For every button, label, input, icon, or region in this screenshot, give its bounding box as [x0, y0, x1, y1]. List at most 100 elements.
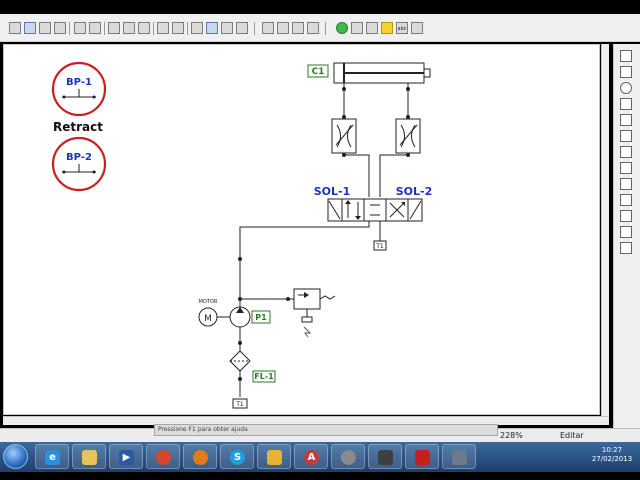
automation-studio-icon: A — [304, 450, 319, 465]
chrome-icon — [156, 450, 171, 465]
toolbar-separator — [69, 22, 70, 35]
undo-icon[interactable] — [157, 22, 169, 34]
svg-text:M: M — [204, 314, 212, 324]
vertical-scrollbar[interactable] — [601, 44, 609, 417]
palette-list-icon[interactable] — [620, 178, 632, 190]
p1-label: P1 — [255, 313, 267, 322]
t1-top-label: T1 — [375, 243, 384, 250]
palette-polygon-icon[interactable] — [620, 130, 632, 142]
palette-line-icon[interactable] — [620, 50, 632, 62]
bp2-label: BP-2 — [66, 152, 92, 163]
component-icon[interactable] — [221, 22, 233, 34]
taskbar-file-manager[interactable] — [72, 444, 106, 469]
pause-icon[interactable] — [366, 22, 378, 34]
firefox-icon — [193, 450, 208, 465]
drawing-palette — [613, 44, 640, 430]
system-clock[interactable]: 10:27 27/02/2013 — [586, 446, 638, 464]
taskbar-automation-studio[interactable]: A — [294, 444, 328, 469]
t1-bottom-label: T1 — [235, 401, 244, 408]
taskbar: e ▶ S A — [0, 442, 640, 472]
palette-fill-icon[interactable] — [620, 226, 632, 238]
toolbar-separator — [325, 22, 326, 35]
flow-control-valve-right[interactable] — [395, 118, 421, 154]
copy-icon[interactable] — [123, 22, 135, 34]
main-toolbar: abc — [0, 14, 640, 42]
clock-date: 27/02/2013 — [591, 455, 633, 463]
palette-align-icon[interactable] — [620, 210, 632, 222]
save-as-icon[interactable] — [54, 22, 66, 34]
new-file-icon[interactable] — [9, 22, 21, 34]
motor[interactable]: MOTOR M — [198, 299, 230, 327]
palette-curve-icon[interactable] — [620, 98, 632, 110]
relief-valve[interactable] — [293, 288, 336, 338]
taskbar-chrome[interactable] — [146, 444, 180, 469]
save-icon[interactable] — [39, 22, 51, 34]
taskbar-internet-explorer[interactable]: e — [35, 444, 69, 469]
retract-label: Retract — [53, 120, 103, 134]
screen: abc BP-1 Retract BP-2 C1 SOL-1 SOL-2 T1 … — [0, 0, 640, 480]
zoom-in-icon[interactable] — [262, 22, 274, 34]
palette-rectangle-icon[interactable] — [620, 66, 632, 78]
rotate-icon[interactable] — [206, 22, 218, 34]
tools-icon — [452, 450, 467, 465]
palette-arc-icon[interactable] — [620, 114, 632, 126]
step-icon[interactable] — [351, 22, 363, 34]
taskbar-pdf-reader[interactable] — [405, 444, 439, 469]
insert-text-icon[interactable] — [236, 22, 248, 34]
text-abc-icon[interactable]: abc — [396, 22, 408, 34]
palette-pencil-icon[interactable] — [620, 162, 632, 174]
bp1-label: BP-1 — [66, 77, 92, 88]
start-button[interactable] — [3, 444, 28, 469]
outlook-icon — [267, 450, 282, 465]
diagram-canvas[interactable]: BP-1 Retract BP-2 C1 SOL-1 SOL-2 T1 MOTO… — [3, 44, 600, 415]
bp2-pushbutton[interactable]: BP-2 — [51, 136, 107, 192]
abc-label: abc — [397, 26, 407, 32]
palette-color-icon[interactable] — [620, 242, 632, 254]
print-preview-icon[interactable] — [89, 22, 101, 34]
print-icon[interactable] — [74, 22, 86, 34]
help-tooltip: Pressione F1 para obter ajuda — [154, 424, 498, 436]
internet-explorer-icon: e — [45, 450, 60, 465]
cylinder-c1[interactable]: C1 — [307, 62, 431, 84]
filter-fl1[interactable]: FL-1 — [229, 350, 276, 383]
folder-icon — [82, 450, 97, 465]
hydraulic-circuit-diagram: BP-1 Retract BP-2 C1 SOL-1 SOL-2 T1 MOTO… — [51, 61, 433, 409]
taskbar-settings[interactable] — [331, 444, 365, 469]
redo-icon[interactable] — [172, 22, 184, 34]
toolbar-separator — [187, 22, 188, 35]
c1-label: C1 — [312, 67, 325, 77]
gear-icon — [341, 450, 356, 465]
taskbar-media[interactable] — [368, 444, 402, 469]
cut-icon[interactable] — [108, 22, 120, 34]
clock-time: 10:27 — [601, 446, 623, 454]
stop-icon[interactable] — [411, 22, 423, 34]
media-player-icon: ▶ — [119, 450, 134, 465]
toolbar-separator — [104, 22, 105, 35]
bp1-pushbutton[interactable]: BP-1 — [51, 61, 107, 117]
pdf-icon — [415, 450, 430, 465]
taskbar-media-player[interactable]: ▶ — [109, 444, 143, 469]
directional-valve[interactable] — [327, 198, 423, 222]
toolbar-separator — [153, 22, 154, 35]
select-arrow-icon[interactable] — [191, 22, 203, 34]
taskbar-outlook[interactable] — [257, 444, 291, 469]
media-icon — [378, 450, 393, 465]
sol2-label: SOL-2 — [396, 185, 433, 198]
zoom-window-icon[interactable] — [307, 22, 319, 34]
simulate-play-icon[interactable] — [336, 22, 348, 34]
palette-circle-icon[interactable] — [620, 82, 632, 94]
toolbar-separator — [254, 22, 255, 35]
warning-icon[interactable] — [381, 22, 393, 34]
taskbar-skype[interactable]: S — [220, 444, 254, 469]
paste-icon[interactable] — [138, 22, 150, 34]
zoom-fit-icon[interactable] — [292, 22, 304, 34]
taskbar-tools[interactable] — [442, 444, 476, 469]
taskbar-firefox[interactable] — [183, 444, 217, 469]
pump-p1[interactable]: P1 — [229, 306, 271, 328]
flow-control-valve-left[interactable] — [331, 118, 357, 154]
sol1-label: SOL-1 — [314, 185, 351, 198]
open-folder-icon[interactable] — [24, 22, 36, 34]
palette-lines-icon[interactable] — [620, 194, 632, 206]
zoom-out-icon[interactable] — [277, 22, 289, 34]
palette-text-icon[interactable] — [620, 146, 632, 158]
